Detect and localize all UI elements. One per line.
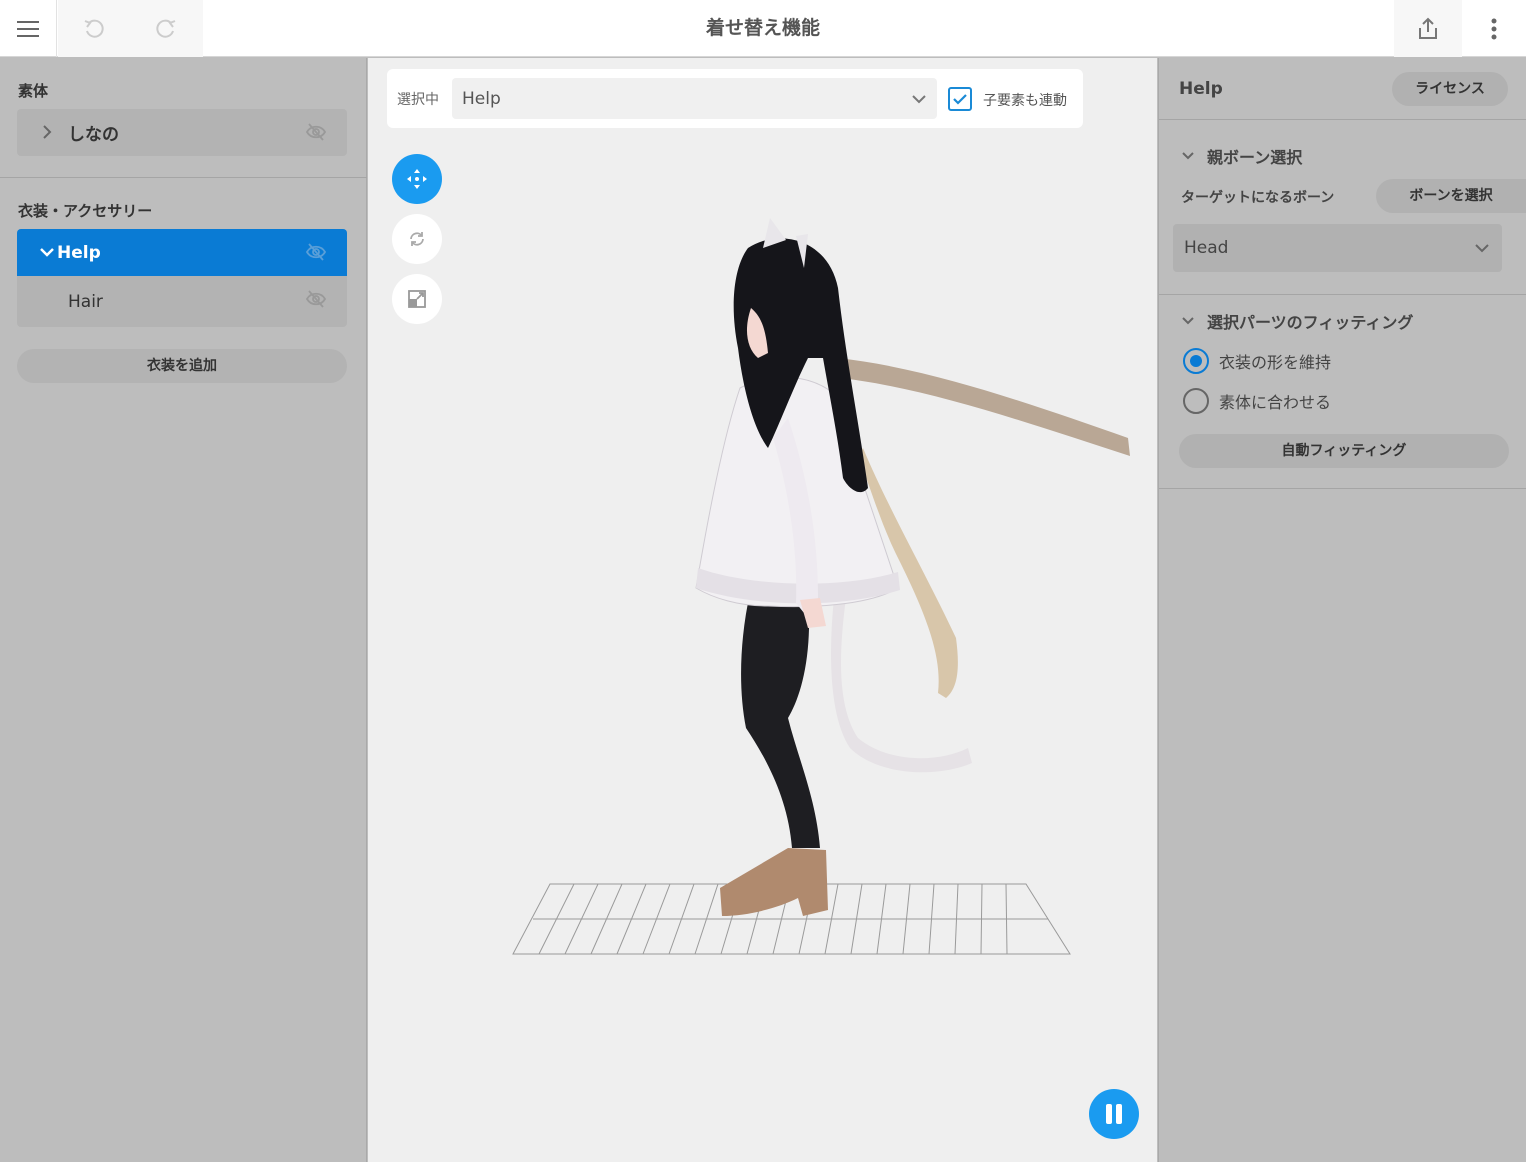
pause-button[interactable] (1089, 1089, 1139, 1139)
divider (1159, 119, 1526, 120)
chevron-right-icon[interactable] (39, 124, 55, 140)
outfit-section-label: 衣装・アクセサリー (18, 202, 153, 220)
radio-button[interactable] (1183, 388, 1209, 414)
section-title: 選択パーツのフィッティング (1207, 313, 1414, 332)
chevron-down-icon (1182, 152, 1194, 160)
radio-fit-body[interactable]: 素体に合わせる (1183, 388, 1331, 414)
left-panel: 素体 しなの 衣装・アクセサリー Help Hair 衣装を追加 (0, 58, 367, 1162)
undo-icon (84, 19, 104, 38)
selected-part-dropdown[interactable]: Help (452, 78, 937, 119)
eye-off-icon[interactable] (305, 241, 327, 263)
link-children-label: 子要素も連動 (983, 93, 1067, 109)
legs (741, 593, 820, 848)
character-scene[interactable] (368, 58, 1157, 1162)
select-bone-button[interactable]: ボーンを選択 (1376, 179, 1526, 213)
selection-bar: 選択中 Help 子要素も連動 (387, 69, 1083, 128)
top-bar: 着せ替え機能 (0, 0, 1526, 57)
add-outfit-button[interactable]: 衣装を追加 (17, 349, 347, 383)
radio-keep-shape[interactable]: 衣装の形を維持 (1183, 348, 1331, 374)
share-icon (1419, 17, 1437, 39)
chevron-down-icon (912, 95, 926, 104)
3d-viewport[interactable]: 選択中 Help 子要素も連動 (368, 58, 1157, 1162)
share-button[interactable] (1394, 0, 1462, 57)
hamburger-icon (17, 20, 39, 37)
eye-off-icon[interactable] (305, 121, 327, 143)
divider (0, 177, 367, 178)
bone-value: Head (1184, 238, 1229, 258)
body-list: しなの (17, 109, 347, 156)
radio-label: 素体に合わせる (1219, 393, 1332, 412)
pause-icon (1106, 1104, 1122, 1124)
rotate-icon (410, 232, 424, 246)
section-title: 親ボーン選択 (1207, 148, 1303, 167)
panel-title: Help (1179, 79, 1223, 99)
chevron-down-icon (1475, 244, 1489, 253)
divider (1159, 294, 1526, 295)
move-arrows-icon (407, 169, 427, 189)
boots (720, 848, 828, 916)
chevron-down-icon (1182, 317, 1194, 325)
scale-icon (408, 290, 426, 308)
page-title: 着せ替え機能 (705, 17, 820, 39)
hamburger-menu-button[interactable] (0, 0, 57, 57)
sash (838, 358, 1130, 456)
move-tool-button[interactable] (392, 154, 442, 204)
rotate-tool-button[interactable] (392, 214, 442, 264)
list-item-help[interactable]: Help (17, 229, 347, 276)
list-item-label: Help (57, 242, 101, 263)
more-vertical-icon (1491, 18, 1497, 39)
more-options-button[interactable] (1466, 0, 1522, 57)
body-section-label: 素体 (18, 82, 49, 100)
list-item-hair[interactable]: Hair (17, 276, 347, 327)
radio-button[interactable] (1183, 348, 1209, 374)
bone-dropdown[interactable]: Head (1173, 224, 1502, 272)
list-item-label: Hair (68, 291, 103, 312)
auto-fitting-button[interactable]: 自動フィッティング (1179, 434, 1509, 468)
scale-tool-button[interactable] (392, 274, 442, 324)
check-icon (953, 94, 967, 105)
selected-part-value: Help (462, 89, 501, 109)
undo-redo-group (58, 0, 203, 57)
target-bone-label: ターゲットになるボーン (1181, 190, 1335, 206)
parent-bone-section-header[interactable]: 親ボーン選択 (1181, 144, 1302, 168)
fitting-section-header[interactable]: 選択パーツのフィッティング (1181, 309, 1413, 333)
list-item-label: しなの (68, 125, 119, 145)
eye-off-icon[interactable] (305, 288, 327, 310)
chevron-down-icon[interactable] (39, 244, 55, 260)
undo-button[interactable] (58, 0, 130, 57)
list-item-body[interactable]: しなの (17, 109, 347, 156)
license-button[interactable]: ライセンス (1392, 72, 1508, 106)
redo-button[interactable] (130, 0, 202, 57)
link-children-checkbox[interactable] (948, 87, 972, 111)
redo-icon (156, 19, 176, 38)
selected-label: 選択中 (397, 92, 439, 108)
radio-label: 衣装の形を維持 (1219, 353, 1332, 372)
outfit-list: Help Hair (17, 229, 347, 327)
right-panel: Help ライセンス 親ボーン選択 ターゲットになるボーン ボーンを選択 Hea… (1158, 58, 1526, 1162)
divider (1159, 488, 1526, 489)
